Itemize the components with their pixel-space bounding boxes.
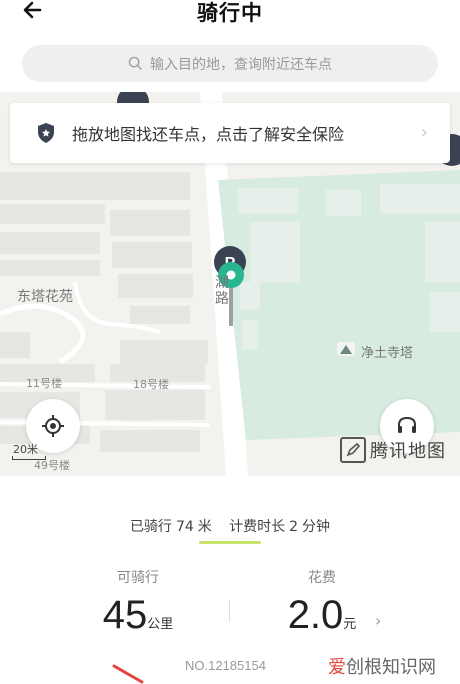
- shield-icon: [38, 123, 54, 143]
- ride-distance-value: 74: [175, 519, 194, 535]
- range-value: 45: [102, 593, 148, 637]
- search-placeholder: 输入目的地，查询附近还车点: [150, 56, 332, 73]
- headset-icon: [398, 416, 416, 433]
- range-stat: 可骑行 45公里: [58, 567, 218, 638]
- safety-insurance-notice[interactable]: 拖放地图找还车点，点击了解安全保险 ›: [10, 103, 450, 163]
- order-number: NO.12185154: [185, 658, 266, 673]
- ride-duration-value: 2: [289, 519, 299, 535]
- cost-value: 2.0: [287, 593, 344, 637]
- destination-search-input[interactable]: 输入目的地，查询附近还车点: [22, 45, 438, 82]
- map-road-label-b: 路: [215, 291, 229, 307]
- chevron-right-icon: ›: [420, 122, 428, 143]
- map-label-bldg-11: 11号楼: [26, 377, 62, 390]
- red-arrow-icon: [112, 664, 144, 684]
- header-bar: 骑行中: [0, 0, 460, 40]
- map-scale-bar: [12, 456, 46, 460]
- watermark-prefix: 爱: [328, 657, 346, 678]
- summary-underline: [199, 541, 261, 544]
- locate-crosshair-icon: [42, 415, 64, 437]
- ride-distance-label: 已骑行: [129, 519, 172, 535]
- range-unit: 公里: [147, 616, 174, 631]
- map-label-east-tower: 东塔花苑: [17, 289, 73, 305]
- map-provider-name: 腾讯地图: [370, 441, 446, 462]
- cost-label: 花费: [308, 570, 336, 586]
- ride-duration-unit: 分钟: [302, 519, 331, 535]
- cost-unit: 元: [343, 616, 357, 631]
- ride-summary: 已骑行 74 米 计费时长 2 分钟: [0, 516, 460, 536]
- notice-text: 拖放地图找还车点，点击了解安全保险: [72, 125, 345, 144]
- map-label-temple: 净土寺塔: [361, 346, 414, 361]
- watermark-rest: 创根知识网: [346, 657, 436, 678]
- page-title: 骑行中: [197, 1, 263, 25]
- ride-info-panel: 已骑行 74 米 计费时长 2 分钟 可骑行 45公里 花费 2.0元 › NO.121…: [0, 476, 460, 684]
- map-scale-label: 20米: [13, 443, 38, 456]
- ride-duration-label: 计费时长: [229, 519, 286, 535]
- stat-divider: [229, 600, 230, 622]
- search-icon: [128, 56, 142, 70]
- range-label: 可骑行: [117, 570, 159, 586]
- map-provider-logo: 腾讯地图: [340, 437, 446, 463]
- ride-distance-unit: 米: [197, 519, 212, 535]
- compass-pen-icon: [340, 437, 366, 463]
- watermark: 爱创根知识网: [328, 653, 436, 679]
- cost-detail-chevron-icon[interactable]: ›: [375, 611, 381, 630]
- map-label-bldg-18: 18号楼: [133, 378, 169, 391]
